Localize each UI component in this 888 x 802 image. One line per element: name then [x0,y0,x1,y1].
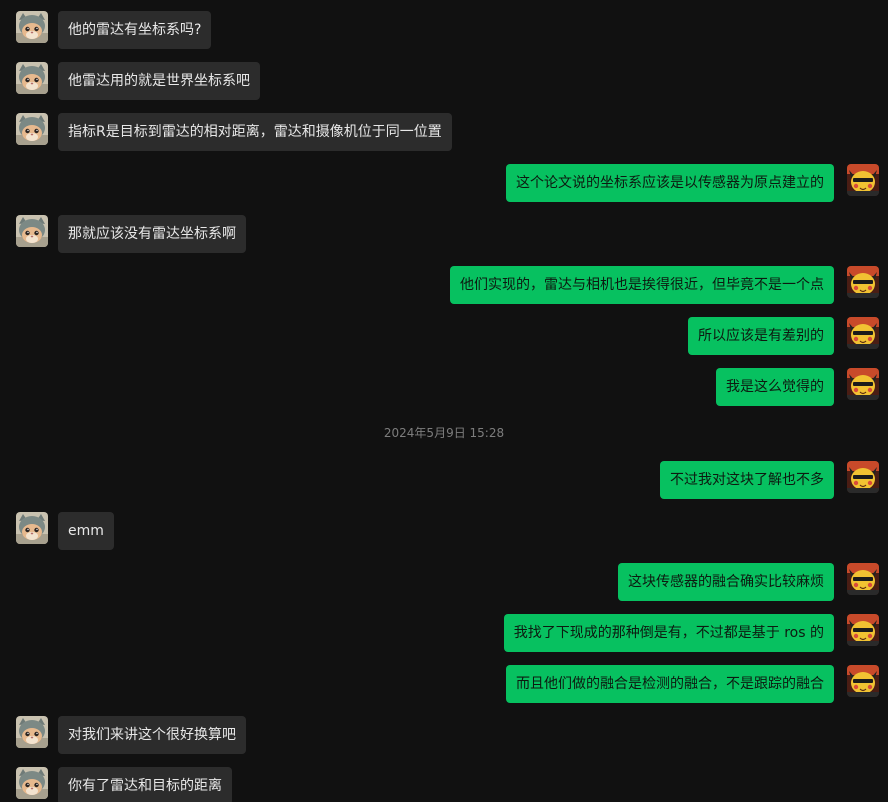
pikachu-avatar-icon[interactable] [847,665,879,697]
message-bubble-incoming[interactable]: 你有了雷达和目标的距离 [58,767,232,802]
pikachu-avatar-icon[interactable] [847,317,879,349]
message-row: 你有了雷达和目标的距离 [0,767,888,802]
cat-avatar-icon[interactable] [16,62,48,94]
pikachu-avatar-icon[interactable] [847,461,879,493]
message-row: 我找了下现成的那种倒是有，不过都是基于 ros 的 [0,614,888,652]
message-row: 所以应该是有差别的 [0,317,888,355]
message-bubble-outgoing[interactable]: 而且他们做的融合是检测的融合，不是跟踪的融合 [506,665,834,703]
message-bubble-outgoing[interactable]: 我是这么觉得的 [716,368,834,406]
cat-avatar-icon[interactable] [16,11,48,43]
message-row: emm [0,512,888,550]
pikachu-avatar-icon[interactable] [847,266,879,298]
message-bubble-outgoing[interactable]: 这个论文说的坐标系应该是以传感器为原点建立的 [506,164,834,202]
message-row: 而且他们做的融合是检测的融合，不是跟踪的融合 [0,665,888,703]
message-bubble-outgoing[interactable]: 不过我对这块了解也不多 [660,461,834,499]
message-bubble-incoming[interactable]: 那就应该没有雷达坐标系啊 [58,215,246,253]
message-row: 这个论文说的坐标系应该是以传感器为原点建立的 [0,164,888,202]
cat-avatar-icon[interactable] [16,767,48,799]
chat-message-list[interactable]: 他的雷达有坐标系吗? 他雷达用的就是世界坐标系吧 指标R是目标到雷达的相对距离，… [0,0,888,802]
message-row: 他们实现的，雷达与相机也是挨得很近，但毕竟不是一个点 [0,266,888,304]
message-bubble-incoming[interactable]: 对我们来讲这个很好换算吧 [58,716,246,754]
pikachu-avatar-icon[interactable] [847,614,879,646]
message-bubble-outgoing[interactable]: 我找了下现成的那种倒是有，不过都是基于 ros 的 [503,614,834,652]
pikachu-avatar-icon[interactable] [847,368,879,400]
message-bubble-outgoing[interactable]: 这块传感器的融合确实比较麻烦 [618,563,834,601]
message-row: 那就应该没有雷达坐标系啊 [0,215,888,253]
timestamp: 2024年5月9日 15:28 [383,426,505,440]
cat-avatar-icon[interactable] [16,215,48,247]
cat-avatar-icon[interactable] [16,512,48,544]
message-bubble-incoming[interactable]: emm [58,512,114,550]
message-bubble-incoming[interactable]: 指标R是目标到雷达的相对距离，雷达和摄像机位于同一位置 [58,113,452,151]
message-row: 我是这么觉得的 [0,368,888,406]
cat-avatar-icon[interactable] [16,113,48,145]
message-bubble-incoming[interactable]: 他的雷达有坐标系吗? [58,11,212,49]
message-row: 他的雷达有坐标系吗? [0,11,888,49]
message-row: 不过我对这块了解也不多 [0,461,888,499]
message-row: 这块传感器的融合确实比较麻烦 [0,563,888,601]
pikachu-avatar-icon[interactable] [847,164,879,196]
cat-avatar-icon[interactable] [16,716,48,748]
message-row: 对我们来讲这个很好换算吧 [0,716,888,754]
message-bubble-outgoing[interactable]: 他们实现的，雷达与相机也是挨得很近，但毕竟不是一个点 [450,266,834,304]
message-bubble-outgoing[interactable]: 所以应该是有差别的 [688,317,834,355]
message-row: 他雷达用的就是世界坐标系吧 [0,62,888,100]
pikachu-avatar-icon[interactable] [847,563,879,595]
message-row: 指标R是目标到雷达的相对距离，雷达和摄像机位于同一位置 [0,113,888,151]
message-bubble-incoming[interactable]: 他雷达用的就是世界坐标系吧 [58,62,260,100]
